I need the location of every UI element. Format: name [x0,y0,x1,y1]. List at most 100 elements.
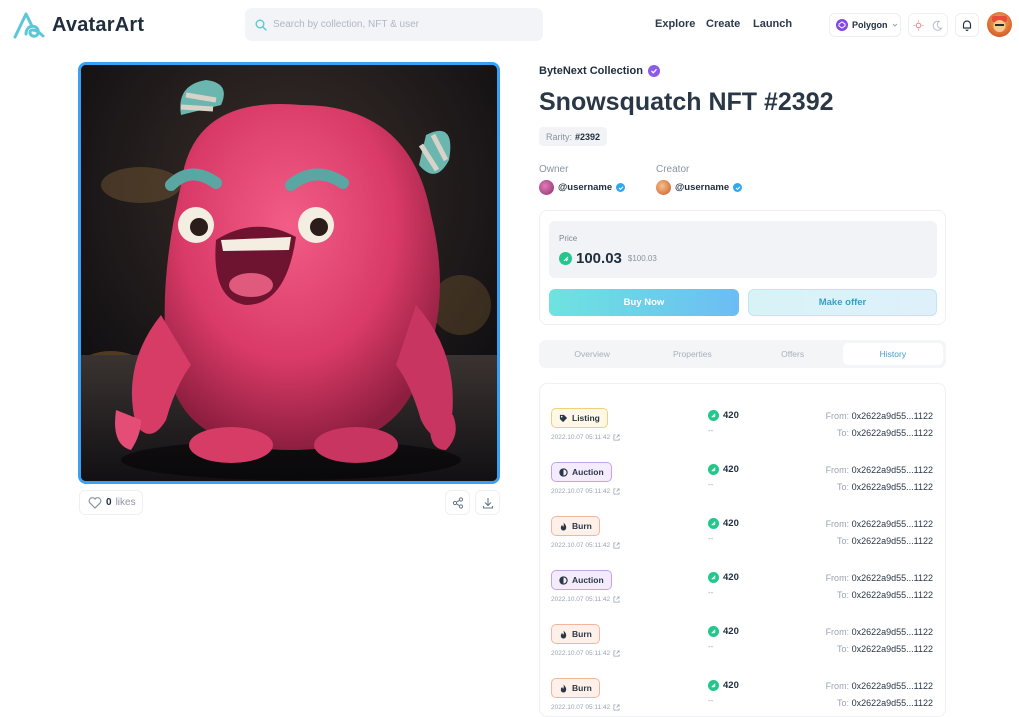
flame-icon [560,683,567,693]
chevron-down-icon [892,23,897,27]
to-address[interactable]: To: 0x2622a9d55...1122 [837,428,933,438]
history-row: Listing 2022.10.07 05:11:42 420 -- From:… [540,394,945,448]
to-address[interactable]: To: 0x2622a9d55...1122 [837,590,933,600]
from-value: 0x2622a9d55...1122 [851,627,933,637]
creator-label: Creator [656,164,690,175]
logo-icon [13,12,45,39]
moon-icon[interactable] [932,20,943,31]
top-header: AvatarArt Explore Create Launch Polygon [0,0,1019,50]
to-label: To: [837,644,850,654]
from-address[interactable]: From: 0x2622a9d55...1122 [826,519,933,529]
verified-icon [616,183,626,192]
to-address[interactable]: To: 0x2622a9d55...1122 [837,536,933,546]
from-address[interactable]: From: 0x2622a9d55...1122 [826,411,933,421]
logo-text: AvatarArt [52,13,145,36]
sun-icon[interactable] [913,19,924,31]
event-amount: 420 [708,464,739,475]
tab-offers[interactable]: Offers [743,343,843,365]
from-value: 0x2622a9d55...1122 [851,681,933,691]
price-card: Price 100.03 $100.03 Buy Now Make offer [539,210,946,325]
auction-icon [559,575,568,585]
collection-link[interactable]: ByteNext Collection [539,65,660,77]
event-date-text: 2022.10.07 05:11:42 [551,650,611,657]
nft-image [78,62,500,484]
history-list: Listing 2022.10.07 05:11:42 420 -- From:… [539,383,946,717]
token-icon [708,464,719,475]
to-address[interactable]: To: 0x2622a9d55...1122 [837,698,933,708]
event-date[interactable]: 2022.10.07 05:11:42 [551,650,620,657]
tab-overview[interactable]: Overview [542,343,642,365]
external-link-icon[interactable] [613,488,620,495]
to-address[interactable]: To: 0x2622a9d55...1122 [837,482,933,492]
nav-create[interactable]: Create [706,18,740,30]
theme-toggle[interactable] [908,13,948,37]
user-avatar[interactable] [987,12,1012,37]
brand-logo[interactable]: AvatarArt [12,10,144,40]
creator-link[interactable]: @username [656,180,743,195]
verified-icon [733,183,743,192]
event-badge: Auction [551,462,612,482]
from-address[interactable]: From: 0x2622a9d55...1122 [826,465,933,475]
network-selector[interactable]: Polygon [829,13,901,37]
event-date[interactable]: 2022.10.07 05:11:42 [551,434,620,441]
history-row: Burn 2022.10.07 05:11:42 420 -- From: 0x… [540,610,945,664]
download-button[interactable] [475,490,500,515]
amount-sub: -- [708,588,714,597]
creator-avatar [656,180,671,195]
event-type: Auction [572,575,604,585]
from-value: 0x2622a9d55...1122 [851,519,933,529]
to-address[interactable]: To: 0x2622a9d55...1122 [837,644,933,654]
event-date[interactable]: 2022.10.07 05:11:42 [551,542,620,549]
nav-launch[interactable]: Launch [753,18,792,30]
amount-value: 420 [723,680,739,691]
price-value: 100.03 [576,250,622,267]
buy-now-button[interactable]: Buy Now [549,289,739,316]
share-icon [452,496,463,509]
event-date[interactable]: 2022.10.07 05:11:42 [551,596,620,603]
external-link-icon[interactable] [613,650,620,657]
search-bar[interactable] [245,8,543,41]
from-address[interactable]: From: 0x2622a9d55...1122 [826,681,933,691]
event-date-text: 2022.10.07 05:11:42 [551,488,611,495]
external-link-icon[interactable] [613,704,620,711]
owner-link[interactable]: @username [539,180,626,195]
from-address[interactable]: From: 0x2622a9d55...1122 [826,573,933,583]
tab-history[interactable]: History [842,343,943,365]
event-amount: 420 [708,572,739,583]
from-address[interactable]: From: 0x2622a9d55...1122 [826,627,933,637]
verified-icon [647,65,660,77]
price-box: Price 100.03 $100.03 [549,221,937,278]
to-value: 0x2622a9d55...1122 [851,428,933,438]
amount-value: 420 [723,572,739,583]
auction-icon [559,467,568,477]
token-icon [708,410,719,421]
token-icon [708,518,719,529]
event-type: Auction [572,467,604,477]
event-badge: Burn [551,516,600,536]
history-row: Auction 2022.10.07 05:11:42 420 -- From:… [540,448,945,502]
flame-icon [560,521,567,531]
external-link-icon[interactable] [613,542,620,549]
nav-explore[interactable]: Explore [655,18,695,30]
tab-properties[interactable]: Properties [642,343,742,365]
event-badge: Auction [551,570,612,590]
owner-label: Owner [539,164,569,175]
tag-icon [559,414,568,422]
event-badge: Burn [551,624,600,644]
price-label: Price [559,234,578,243]
external-link-icon[interactable] [613,596,620,603]
from-label: From: [825,573,850,583]
to-label: To: [837,482,850,492]
rarity-label: Rarity: [546,131,573,142]
heart-icon [88,496,102,509]
share-button[interactable] [445,490,470,515]
event-amount: 420 [708,518,739,529]
notifications-button[interactable] [955,13,979,37]
event-date[interactable]: 2022.10.07 05:11:42 [551,488,620,495]
search-input[interactable] [273,19,523,30]
like-button[interactable]: 0 likes [79,490,143,515]
event-date[interactable]: 2022.10.07 05:11:42 [551,704,620,711]
token-icon [708,680,719,691]
external-link-icon[interactable] [613,434,620,441]
make-offer-button[interactable]: Make offer [748,289,937,316]
